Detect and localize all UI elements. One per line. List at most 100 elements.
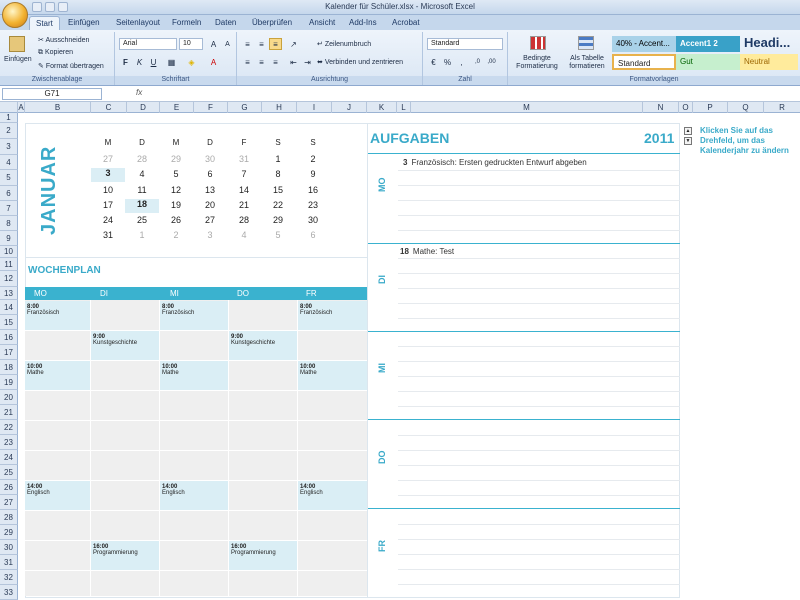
row-header[interactable]: 6	[0, 186, 18, 201]
tab-formeln[interactable]: Formeln	[166, 16, 207, 30]
cut-button[interactable]: ✂ Ausschneiden	[38, 36, 89, 44]
column-header[interactable]: Q	[728, 102, 764, 113]
column-header[interactable]: C	[91, 102, 127, 113]
row-header[interactable]: 5	[0, 170, 18, 186]
row-header[interactable]: 7	[0, 201, 18, 216]
row-header[interactable]: 23	[0, 435, 18, 450]
row-header[interactable]: 20	[0, 390, 18, 405]
redo-icon[interactable]	[58, 2, 68, 12]
thousands-icon[interactable]: ,	[455, 56, 468, 68]
office-button[interactable]	[2, 2, 28, 28]
fill-color-icon[interactable]: ◈	[185, 56, 198, 68]
row-header[interactable]: 31	[0, 555, 18, 570]
row-header[interactable]: 24	[0, 450, 18, 465]
weekplan-entry[interactable]: 16:00 Programmierung	[91, 541, 159, 570]
weekplan-entry[interactable]: 16:00 Programmierung	[229, 541, 297, 570]
weekplan-entry[interactable]: 8:00 Französisch	[160, 301, 228, 330]
save-icon[interactable]	[32, 2, 42, 12]
style-cell-accent1[interactable]: Accent1 2	[676, 36, 740, 52]
column-header[interactable]: G	[228, 102, 262, 113]
tab-addins[interactable]: Add-Ins	[343, 16, 383, 30]
weekplan-entry[interactable]: 9:00 Kunstgeschichte	[229, 331, 297, 360]
row-header[interactable]: 17	[0, 345, 18, 360]
style-cell-standard[interactable]: Standard	[612, 54, 676, 70]
year-spin-up-icon[interactable]: ▲	[684, 127, 692, 135]
column-header[interactable]: J	[332, 102, 367, 113]
row-header[interactable]: 32	[0, 570, 18, 585]
row-header[interactable]: 4	[0, 155, 18, 170]
row-header[interactable]: 9	[0, 231, 18, 246]
column-header[interactable]: R	[764, 102, 800, 113]
merge-center-button[interactable]: ⬌ Verbinden und zentrieren	[317, 58, 403, 66]
orientation-icon[interactable]: ↗	[287, 38, 300, 50]
wrap-text-button[interactable]: ↵ Zeilenumbruch	[317, 40, 371, 48]
column-header[interactable]: D	[127, 102, 160, 113]
align-middle-icon[interactable]: ≡	[255, 38, 268, 50]
column-header[interactable]: K	[367, 102, 397, 113]
row-header[interactable]: 30	[0, 540, 18, 555]
style-cell-accent40[interactable]: 40% - Accent...	[612, 36, 676, 52]
year-spin-down-icon[interactable]: ▼	[684, 137, 692, 145]
row-header[interactable]: 8	[0, 216, 18, 231]
column-header[interactable]: H	[262, 102, 297, 113]
select-all-corner[interactable]	[0, 102, 18, 113]
column-header[interactable]: A	[18, 102, 25, 113]
row-header[interactable]: 16	[0, 330, 18, 345]
column-header[interactable]: E	[160, 102, 194, 113]
decrease-decimal-icon[interactable]: ,00	[485, 56, 498, 68]
weekplan-entry[interactable]: 8:00 Französisch	[298, 301, 367, 330]
task-item[interactable]: 18 Mathe: Test	[400, 247, 454, 256]
row-header[interactable]: 12	[0, 271, 18, 287]
row-header[interactable]: 25	[0, 465, 18, 480]
align-top-icon[interactable]: ≡	[241, 38, 254, 50]
column-header[interactable]: M	[411, 102, 643, 113]
paste-icon[interactable]	[9, 36, 25, 52]
row-header[interactable]: 26	[0, 480, 18, 495]
number-format-select[interactable]: Standard	[427, 38, 503, 50]
column-header[interactable]: L	[397, 102, 411, 113]
row-header[interactable]: 27	[0, 495, 18, 510]
increase-decimal-icon[interactable]: ,0	[471, 56, 484, 68]
decrease-indent-icon[interactable]: ⇤	[287, 56, 300, 68]
fx-icon[interactable]: fx	[136, 88, 142, 97]
undo-icon[interactable]	[45, 2, 55, 12]
percent-icon[interactable]: %	[441, 56, 454, 68]
tab-daten[interactable]: Daten	[209, 16, 242, 30]
name-box[interactable]: G71	[2, 88, 102, 100]
conditional-format-button[interactable]: Bedingte Formatierung	[512, 55, 562, 71]
paste-button[interactable]: Einfügen	[4, 56, 32, 63]
weekplan-entry[interactable]: 14:00 Englisch	[160, 481, 228, 510]
border-icon[interactable]: ▦	[165, 56, 178, 68]
font-name-select[interactable]: Arial	[119, 38, 177, 50]
tab-seitenlayout[interactable]: Seitenlayout	[110, 16, 166, 30]
weekplan-entry[interactable]: 9:00 Kunstgeschichte	[91, 331, 159, 360]
currency-icon[interactable]: €	[427, 56, 440, 68]
column-header[interactable]: B	[25, 102, 91, 113]
row-header[interactable]: 19	[0, 375, 18, 390]
column-header[interactable]: O	[679, 102, 693, 113]
tab-ansicht[interactable]: Ansicht	[303, 16, 341, 30]
formula-input[interactable]	[150, 88, 795, 100]
task-item[interactable]: 3 Französisch: Ersten gedruckten Entwurf …	[403, 158, 587, 167]
align-center-icon[interactable]: ≡	[255, 56, 268, 68]
style-cell-heading[interactable]: Headi...	[740, 34, 798, 52]
align-left-icon[interactable]: ≡	[241, 56, 254, 68]
increase-indent-icon[interactable]: ⇥	[301, 56, 314, 68]
column-header[interactable]: F	[194, 102, 228, 113]
row-header[interactable]: 1	[0, 113, 18, 123]
grow-font-icon[interactable]: A	[207, 38, 220, 50]
font-size-select[interactable]: 10	[179, 38, 203, 50]
row-header[interactable]: 29	[0, 525, 18, 540]
row-header[interactable]: 13	[0, 287, 18, 300]
underline-icon[interactable]: U	[147, 56, 160, 68]
italic-icon[interactable]: K	[133, 56, 146, 68]
row-header[interactable]: 33	[0, 585, 18, 600]
weekplan-entry[interactable]: 14:00 Englisch	[298, 481, 367, 510]
format-as-table-icon[interactable]	[578, 36, 594, 50]
shrink-font-icon[interactable]: A	[221, 38, 234, 50]
align-right-icon[interactable]: ≡	[269, 56, 282, 68]
format-painter-button[interactable]: ✎ Format übertragen	[38, 62, 104, 70]
row-header[interactable]: 11	[0, 258, 18, 271]
copy-button[interactable]: ⧉ Kopieren	[38, 49, 73, 57]
style-cell-good[interactable]: Gut	[676, 54, 740, 70]
